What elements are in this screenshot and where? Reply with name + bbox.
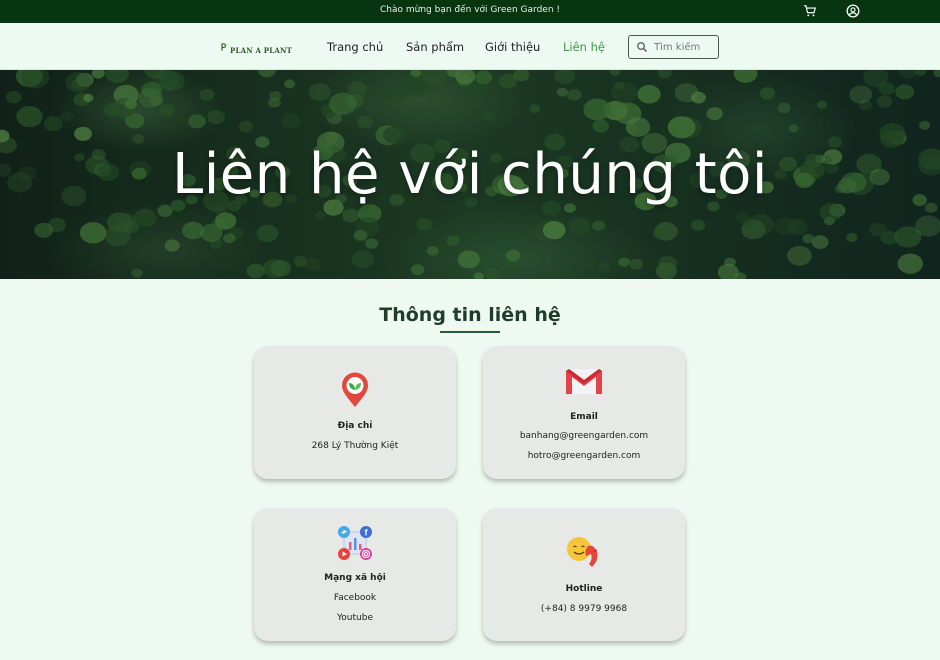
nav-link-home[interactable]: Trang chủ bbox=[327, 40, 383, 54]
email-title: Email bbox=[570, 412, 598, 422]
nav-link-about[interactable]: Giới thiệu bbox=[485, 40, 540, 54]
social-card: f Mạng xã hội Facebook Youtube bbox=[254, 508, 456, 641]
search-icon bbox=[637, 42, 647, 52]
email-card: Email banhang@greengarden.com hotro@gree… bbox=[483, 346, 685, 479]
hotline-number[interactable]: (+84) 8 9979 9968 bbox=[483, 604, 685, 614]
logo-text: PLAN A PLANT bbox=[230, 45, 292, 55]
address-card: Địa chỉ 268 Lý Thường Kiệt bbox=[254, 346, 456, 479]
cart-icon[interactable] bbox=[803, 3, 819, 19]
nav-link-contact[interactable]: Liên hệ bbox=[563, 40, 605, 54]
search-box[interactable] bbox=[628, 35, 719, 59]
social-title: Mạng xã hội bbox=[324, 573, 386, 583]
section-title: Thông tin liên hệ bbox=[379, 304, 561, 326]
search-input[interactable] bbox=[654, 41, 718, 53]
nav-link-products[interactable]: Sản phẩm bbox=[406, 40, 464, 54]
main-navbar: PLAN A PLANT Trang chủ Sản phẩm Giới thi… bbox=[0, 23, 940, 70]
hotline-card: Hotline (+84) 8 9979 9968 bbox=[483, 508, 685, 641]
address-line: 268 Lý Thường Kiệt bbox=[311, 441, 399, 451]
mail-icon bbox=[483, 366, 685, 396]
welcome-message: Chào mừng bạn đến với Green Garden ! bbox=[380, 5, 560, 15]
hero-banner: Liên hệ với chúng tôi bbox=[0, 70, 940, 279]
email-sales[interactable]: banhang@greengarden.com bbox=[483, 431, 685, 441]
social-network-icon: f bbox=[254, 524, 456, 562]
hotline-title: Hotline bbox=[565, 584, 603, 594]
phone-icon bbox=[483, 534, 685, 570]
location-pin-icon bbox=[254, 372, 456, 408]
top-announcement-bar: Chào mừng bạn đến với Green Garden ! bbox=[0, 0, 940, 23]
section-underline bbox=[440, 331, 500, 333]
logo[interactable]: PLAN A PLANT bbox=[220, 36, 292, 58]
plant-logo-icon bbox=[220, 43, 227, 51]
social-facebook-link[interactable]: Facebook bbox=[254, 593, 456, 603]
account-icon[interactable] bbox=[846, 3, 862, 19]
email-support[interactable]: hotro@greengarden.com bbox=[483, 451, 685, 461]
address-title: Địa chỉ bbox=[337, 421, 373, 431]
hero-title: Liên hệ với chúng tôi bbox=[172, 142, 768, 207]
social-youtube-link[interactable]: Youtube bbox=[254, 613, 456, 623]
